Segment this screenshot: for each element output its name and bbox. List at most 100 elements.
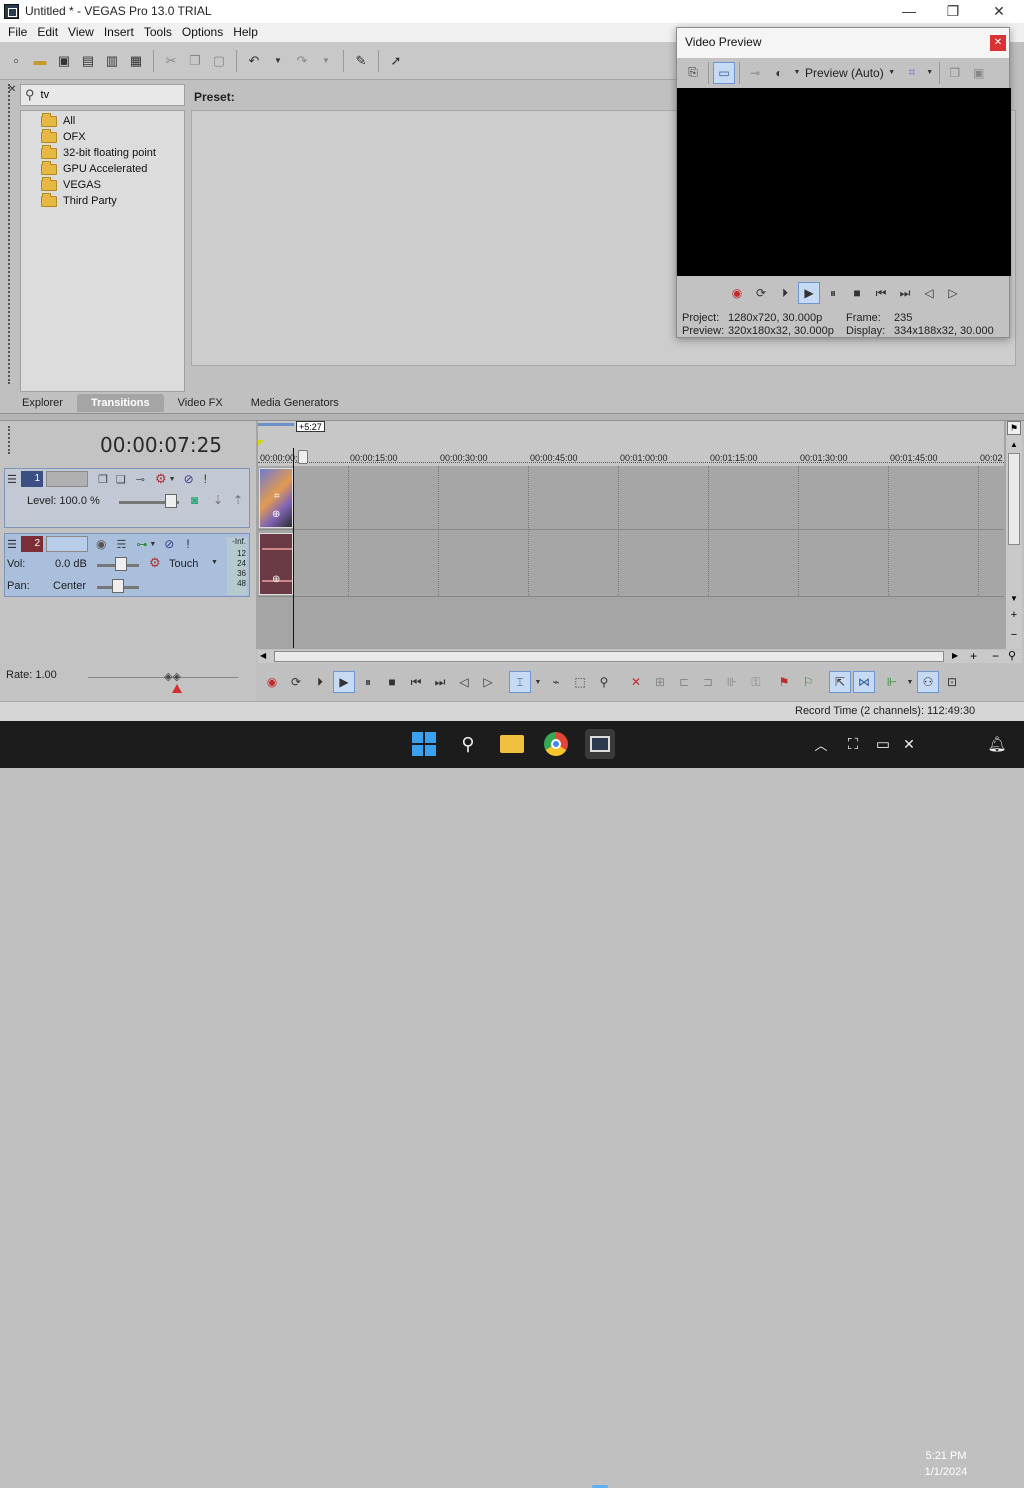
windows-start-icon[interactable] [409, 729, 439, 759]
insert-region-icon[interactable]: ⚐ [797, 671, 819, 693]
playhead-cursor[interactable] [293, 448, 294, 648]
audio-event-clip[interactable]: ⊕ [259, 533, 293, 595]
copy-icon[interactable]: ❐ [185, 51, 205, 71]
track-list-grip[interactable] [8, 426, 12, 454]
menu-view[interactable]: View [63, 23, 99, 42]
solo-icon[interactable]: ! [204, 472, 207, 486]
dock-close-icon[interactable]: ✕ [8, 84, 16, 95]
project-properties-icon[interactable]: ⎘ [682, 62, 704, 84]
cut-icon[interactable]: ✂ [161, 51, 181, 71]
track-minimize-icon[interactable]: ☰ [7, 473, 21, 486]
invert-phase-icon[interactable]: ☴ [116, 538, 126, 551]
video-track-header[interactable]: ☰ 1 ❐ ❏ ⊸ ⚙ ▼ ⊘ ! Level: 100.0 % ◙ ⇣ ⇡ [4, 468, 250, 528]
tree-item-gpu[interactable]: GPU Accelerated [21, 160, 184, 177]
mute-icon[interactable]: ⊘ [184, 472, 194, 486]
zoom-tool-icon[interactable]: ⚲ [593, 671, 615, 693]
fx-dropdown-icon[interactable]: ▼ [792, 62, 802, 84]
save-as-icon[interactable]: ▤ [78, 51, 98, 71]
lock-envelopes-icon[interactable]: ⚇ [917, 671, 939, 693]
tree-item-all[interactable]: All [21, 112, 184, 129]
stop-icon[interactable]: ■ [846, 282, 868, 304]
compositing-mode-icon[interactable]: ❐ [98, 473, 108, 486]
insert-marker-icon[interactable]: ⚑ [773, 671, 795, 693]
auto-ripple-icon[interactable]: ⇱ [829, 671, 851, 693]
move-up-icon[interactable]: ⇡ [233, 493, 243, 507]
file-explorer-icon[interactable] [497, 729, 527, 759]
zoom-in-icon[interactable]: + [970, 649, 977, 663]
zoom-tool-icon[interactable]: ⚲ [1008, 649, 1016, 662]
video-event-clip[interactable]: ⌗ ⊕ [259, 468, 293, 528]
previous-frame-icon[interactable]: ◁ [453, 671, 475, 693]
scroll-thumb[interactable] [274, 651, 944, 662]
edit-tool-dropdown-icon[interactable]: ▼ [533, 671, 543, 693]
record-icon[interactable]: ◉ [726, 282, 748, 304]
copy-snapshot-icon[interactable]: ❐ [944, 62, 966, 84]
close-icon[interactable]: ✕ [990, 35, 1006, 51]
loop-playback-icon[interactable]: ⟳ [285, 671, 307, 693]
trim-icon[interactable]: ⊞ [649, 671, 671, 693]
delete-icon[interactable]: ✕ [625, 671, 647, 693]
track-fx-dropdown-icon[interactable]: ▼ [169, 476, 176, 483]
scroll-down-icon[interactable]: ▼ [1007, 593, 1021, 605]
event-fx-icon[interactable]: ⊕ [272, 509, 280, 520]
external-monitor-icon[interactable]: ▭ [713, 61, 735, 84]
whats-this-help-icon[interactable]: ➚ [386, 51, 406, 71]
rate-slider[interactable] [88, 677, 238, 678]
dock-grip[interactable] [8, 84, 12, 384]
tab-video-fx[interactable]: Video FX [164, 394, 237, 412]
go-to-start-icon[interactable]: ⏮ [405, 671, 427, 693]
record-icon[interactable]: ◉ [261, 671, 283, 693]
scroll-up-icon[interactable]: ▲ [1007, 439, 1021, 451]
audio-track-header[interactable]: ☰ 2 ◉ ☴ ⊶ ▼ ⊘ ! Vol: 0.0 dB ⚙ Touch ▼ Pa… [4, 533, 250, 597]
normal-edit-tool-icon[interactable]: ⌶ [509, 671, 531, 693]
transitions-search-input[interactable]: ⚲ tv [20, 84, 185, 106]
next-frame-icon[interactable]: ▷ [942, 282, 964, 304]
track-motion-icon[interactable]: ⊸ [136, 473, 145, 486]
horizontal-scrollbar[interactable]: ◀ ▶ + − ⚲ [258, 649, 1022, 663]
overlays-grid-icon[interactable]: ⌗ [901, 62, 923, 84]
vegas-taskbar-icon[interactable] [585, 729, 615, 759]
loop-playback-icon[interactable]: ⟳ [750, 282, 772, 304]
volume-muted-icon[interactable]: ✕ [894, 729, 924, 759]
split-screen-icon[interactable]: ⊸ [744, 62, 766, 84]
undo-icon[interactable]: ↶ [244, 51, 264, 71]
video-preview-screen[interactable] [677, 88, 1011, 276]
zoom-out-icon[interactable]: − [992, 649, 999, 663]
vertical-scrollbar[interactable]: ⚑ ▲ ▼ + − [1006, 421, 1022, 649]
stop-icon[interactable]: ■ [381, 671, 403, 693]
tree-item-vegas[interactable]: VEGAS [21, 176, 184, 193]
enable-snapping-icon[interactable]: ✎ [351, 51, 371, 71]
pan-slider-thumb[interactable] [112, 579, 124, 593]
marker-flag-icon[interactable]: ⚑ [1007, 421, 1021, 435]
next-frame-icon[interactable]: ▷ [477, 671, 499, 693]
track-fx-dropdown-icon[interactable]: ▼ [149, 541, 156, 548]
menu-options[interactable]: Options [177, 23, 228, 42]
loop-start-marker[interactable] [258, 440, 264, 446]
dock-splitter[interactable] [0, 413, 1024, 421]
scroll-thumb[interactable] [1008, 453, 1020, 545]
menu-help[interactable]: Help [228, 23, 263, 42]
auto-crossfade-icon[interactable]: ⋈ [853, 671, 875, 693]
tree-item-32bit[interactable]: 32-bit floating point [21, 144, 184, 161]
open-folder-icon[interactable]: ▬ [30, 51, 50, 71]
envelope-tool-icon[interactable]: ⌁ [545, 671, 567, 693]
arm-for-record-icon[interactable]: ◉ [96, 537, 106, 551]
notification-bell-icon[interactable]: 🔔︎ [982, 729, 1012, 759]
loop-region-bar[interactable] [258, 423, 294, 426]
save-snapshot-icon[interactable]: ▣ [968, 62, 990, 84]
make-compositing-child-icon[interactable]: ❏ [116, 473, 126, 486]
menu-tools[interactable]: Tools [139, 23, 177, 42]
undo-dropdown-icon[interactable]: ▼ [268, 51, 288, 71]
search-icon[interactable]: ⚲ [453, 729, 483, 759]
chrome-icon[interactable] [541, 729, 571, 759]
menu-insert[interactable]: Insert [99, 23, 139, 42]
tab-explorer[interactable]: Explorer [8, 394, 77, 412]
taskbar-clock[interactable]: 5:21 PM 1/1/2024 [918, 1448, 974, 1480]
play-icon[interactable]: ▶ [333, 671, 355, 693]
close-button[interactable]: ✕ [976, 0, 1022, 23]
snapping-icon[interactable]: ⊩ [881, 671, 903, 693]
tree-item-third-party[interactable]: Third Party [21, 192, 184, 209]
quality-dropdown-icon[interactable]: ▼ [885, 62, 899, 84]
event-pan-crop-icon[interactable]: ⌗ [274, 491, 280, 502]
solo-icon[interactable]: ! [186, 537, 189, 551]
